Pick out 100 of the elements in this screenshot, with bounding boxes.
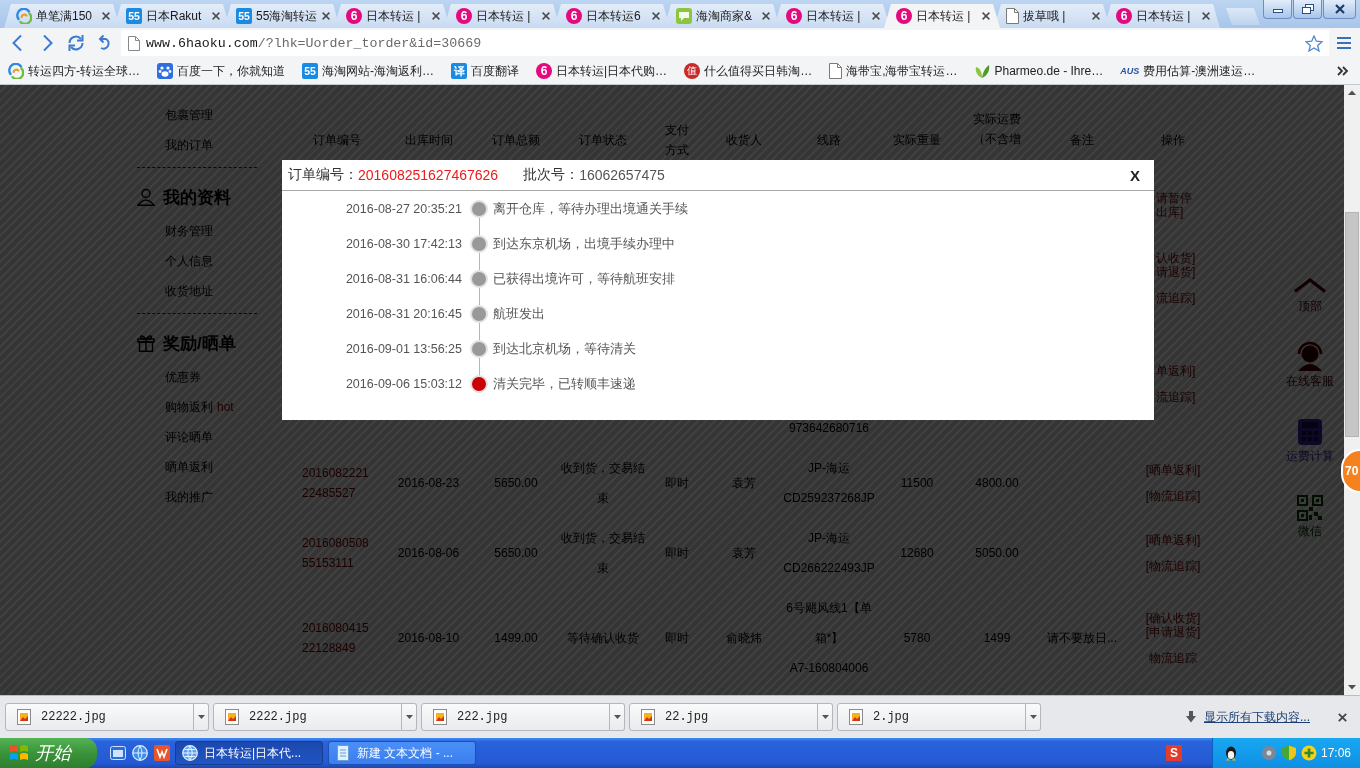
close-icon[interactable]: [872, 12, 880, 20]
event-description: 清关完毕，已转顺丰速递: [492, 376, 636, 393]
swirl-icon: [16, 8, 32, 24]
download-item[interactable]: 222.jpg: [421, 703, 610, 731]
paw-icon: [157, 63, 173, 79]
download-item[interactable]: 2.jpg: [837, 703, 1026, 731]
close-icon[interactable]: [762, 12, 770, 20]
disc-icon[interactable]: [1261, 745, 1277, 761]
order-number-label: 订单编号：: [288, 166, 358, 184]
close-icon[interactable]: [1338, 712, 1347, 722]
hot-tag: hot: [217, 400, 234, 414]
close-icon[interactable]: [212, 12, 220, 20]
timeline-line: [478, 253, 480, 270]
chat-icon: [676, 8, 692, 24]
qr-code-icon: [1297, 495, 1323, 521]
minimize-button[interactable]: [1263, 0, 1292, 19]
table-cell: 1499.00: [494, 631, 538, 645]
order-number: 201608251627467626: [358, 167, 499, 183]
download-menu-button[interactable]: [1026, 703, 1041, 731]
table-cell: 2016-08-10: [397, 631, 460, 645]
event-time: 2016-08-27 20:35:21: [345, 201, 463, 218]
show-all-downloads-link[interactable]: 显示所有下载内容...: [1204, 708, 1310, 726]
browser-tab[interactable]: 6 日本转运 |: [884, 4, 1000, 28]
restore-icon: [1301, 4, 1314, 14]
page-icon: [128, 35, 140, 51]
ime-icon[interactable]: S: [1166, 745, 1182, 761]
table-cell: 2016-08-06: [397, 546, 460, 560]
caret-icon: [613, 715, 621, 719]
scrollbar-track[interactable]: [1344, 85, 1360, 695]
clock: 17:06: [1321, 746, 1352, 760]
site-icon: 6: [346, 8, 362, 24]
timeline-line: [478, 218, 480, 235]
menu-icon[interactable]: [1336, 36, 1352, 50]
caret-icon: [197, 715, 205, 719]
event-description: 到达东京机场，出境手续办理中: [492, 236, 675, 253]
site-icon: 6: [896, 8, 912, 24]
bookmark-link[interactable]: 55 海淘网站-海淘返利…: [302, 62, 434, 80]
close-icon[interactable]: [432, 12, 440, 20]
plus-icon[interactable]: [1301, 745, 1317, 761]
close-button[interactable]: [1323, 0, 1356, 19]
start-button[interactable]: 开始: [0, 738, 97, 768]
close-icon[interactable]: [1092, 12, 1100, 20]
page-icon: [1006, 8, 1019, 24]
bookmark-link[interactable]: 百度一下，你就知道: [157, 62, 285, 80]
download-item[interactable]: 22222.jpg: [5, 703, 194, 731]
image-file-icon: [641, 709, 655, 725]
person-icon: [1295, 341, 1325, 371]
close-icon[interactable]: [322, 12, 330, 20]
notification-badge[interactable]: 70: [1341, 449, 1360, 493]
download-menu-button[interactable]: [194, 703, 209, 731]
timeline-line: [478, 323, 480, 340]
event-description: 已获得出境许可，等待航班安排: [492, 271, 675, 288]
bookmark-link[interactable]: 译 百度翻译: [451, 62, 519, 80]
bookmark-link[interactable]: 转运四方-转运全球…: [8, 62, 140, 80]
table-cell: 5650.00: [494, 546, 538, 560]
globe-icon[interactable]: [132, 745, 148, 761]
restore-button[interactable]: [1293, 0, 1322, 19]
window-icon[interactable]: [110, 745, 126, 761]
bookmark-link[interactable]: 海带宝,海带宝转运…: [829, 62, 958, 80]
close-icon[interactable]: [982, 12, 990, 20]
bookmark-link[interactable]: AUS 费用估算-澳洲速运…: [1120, 62, 1256, 80]
download-menu-button[interactable]: [818, 703, 833, 731]
site-logo: AUS: [1120, 66, 1140, 76]
event-time: 2016-08-31 16:06:44: [345, 271, 463, 288]
bookmark-link[interactable]: Pharmeo.de - Ihre…: [974, 63, 1104, 79]
download-item[interactable]: 2222.jpg: [213, 703, 402, 731]
site-icon: 译: [451, 63, 467, 79]
timeline-line: [478, 288, 480, 305]
timeline-line: [478, 358, 480, 375]
table-cell: 2016-08-23: [397, 476, 460, 490]
close-icon[interactable]: [1202, 12, 1210, 20]
browser-tab[interactable]: 6 日本转运 |: [1104, 4, 1220, 28]
close-button[interactable]: X: [1130, 166, 1140, 184]
star-icon[interactable]: [1305, 34, 1323, 52]
download-item[interactable]: 22.jpg: [629, 703, 818, 731]
tile-icon[interactable]: [154, 745, 170, 761]
event-time: 2016-09-06 15:03:12: [345, 376, 463, 393]
penguin-icon[interactable]: [1223, 745, 1239, 761]
site-icon: 6: [786, 8, 802, 24]
scrollbar-thumb[interactable]: [1345, 212, 1359, 437]
table-cell: 5050.00: [975, 546, 1019, 560]
close-icon[interactable]: [102, 12, 110, 20]
table-cell: 4800.00: [975, 476, 1019, 490]
site-icon: 55: [302, 63, 318, 79]
bookmark-link[interactable]: 值 什么值得买日韩淘…: [684, 62, 813, 80]
address-field[interactable]: www.6haoku.com/?lhk=Uorder_torder&id=30669: [121, 30, 1329, 56]
bookmark-link[interactable]: 6 日本转运|日本代购…: [536, 62, 668, 80]
table-cell: 袁芳: [732, 474, 756, 492]
caret-icon: [1029, 715, 1037, 719]
reload-icon[interactable]: [67, 34, 85, 52]
double-chevron-icon[interactable]: [1337, 66, 1349, 76]
chevron-up-icon: [1293, 277, 1327, 293]
download-menu-button[interactable]: [402, 703, 417, 731]
taskbar-button[interactable]: 新建 文本文档 - ...: [328, 741, 476, 765]
close-icon[interactable]: [652, 12, 660, 20]
taskbar-button[interactable]: 日本转运|日本代...: [175, 741, 323, 765]
close-icon: [1333, 4, 1346, 14]
download-menu-button[interactable]: [610, 703, 625, 731]
site-icon: 55: [126, 8, 142, 24]
close-icon[interactable]: [542, 12, 550, 20]
